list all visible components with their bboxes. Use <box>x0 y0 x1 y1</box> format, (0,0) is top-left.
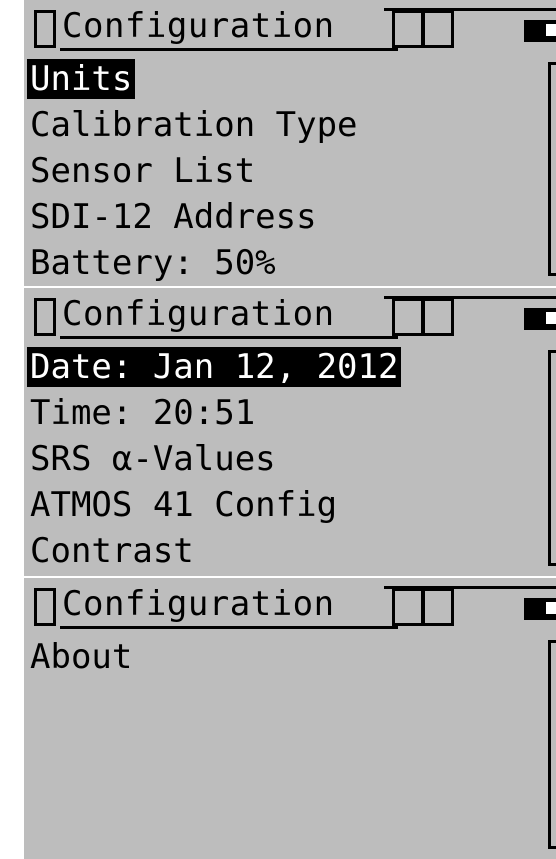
tab-icon <box>34 298 56 336</box>
tab-icon <box>34 10 56 48</box>
menu-item-contrast[interactable]: Contrast <box>24 528 544 574</box>
title-underline <box>60 626 398 629</box>
menu-item-label: ATMOS 41 Config <box>30 485 338 525</box>
box-icon <box>392 588 424 626</box>
battery-icon <box>524 20 556 42</box>
screen-title: Configuration <box>62 584 335 624</box>
battery-icon <box>524 598 556 620</box>
menu-item-label: Calibration Type <box>30 105 358 145</box>
menu-list: About <box>24 634 544 680</box>
menu-item-srs-alpha-values[interactable]: SRS α-Values <box>24 436 544 482</box>
scrollbar[interactable] <box>548 640 556 849</box>
menu-item-label: Units <box>27 59 136 99</box>
config-screen-3: Configuration About <box>24 578 556 859</box>
box-icon <box>392 298 424 336</box>
menu-item-battery[interactable]: Battery: 50% <box>24 240 544 286</box>
box-icon <box>392 10 424 48</box>
menu-item-units[interactable]: Units <box>24 56 544 102</box>
title-underline <box>60 336 398 339</box>
menu-list: Date: Jan 12, 2012 Time: 20:51 SRS α-Val… <box>24 344 544 574</box>
menu-item-label: SRS α-Values <box>30 439 276 479</box>
title-bar: Configuration <box>24 0 556 52</box>
menu-item-date[interactable]: Date: Jan 12, 2012 <box>24 344 544 390</box>
box-icon <box>422 588 454 626</box>
menu-item-label: SDI-12 Address <box>30 197 317 237</box>
screen-title: Configuration <box>62 294 335 334</box>
menu-item-sdi12-address[interactable]: SDI-12 Address <box>24 194 544 240</box>
menu-item-label: Time: 20:51 <box>30 393 256 433</box>
battery-icon <box>524 308 556 330</box>
scrollbar[interactable] <box>548 62 556 276</box>
box-icon <box>422 10 454 48</box>
screen-title: Configuration <box>62 6 335 46</box>
title-underline <box>60 48 398 51</box>
config-screen-1: Configuration Units Calibration Type Sen… <box>24 0 556 286</box>
menu-item-atmos41-config[interactable]: ATMOS 41 Config <box>24 482 544 528</box>
menu-list: Units Calibration Type Sensor List SDI-1… <box>24 56 544 286</box>
menu-item-calibration-type[interactable]: Calibration Type <box>24 102 544 148</box>
config-screen-2: Configuration Date: Jan 12, 2012 Time: 2… <box>24 288 556 576</box>
scrollbar[interactable] <box>548 350 556 566</box>
box-icon <box>422 298 454 336</box>
tab-icon <box>34 588 56 626</box>
title-bar: Configuration <box>24 288 556 340</box>
menu-item-time[interactable]: Time: 20:51 <box>24 390 544 436</box>
menu-item-label: Sensor List <box>30 151 256 191</box>
menu-item-about[interactable]: About <box>24 634 544 680</box>
menu-item-label: Contrast <box>30 531 194 571</box>
title-bar: Configuration <box>24 578 556 630</box>
menu-item-label: Date: Jan 12, 2012 <box>27 347 402 387</box>
menu-item-sensor-list[interactable]: Sensor List <box>24 148 544 194</box>
menu-item-label: Battery: 50% <box>30 243 276 283</box>
menu-item-label: About <box>30 637 133 677</box>
